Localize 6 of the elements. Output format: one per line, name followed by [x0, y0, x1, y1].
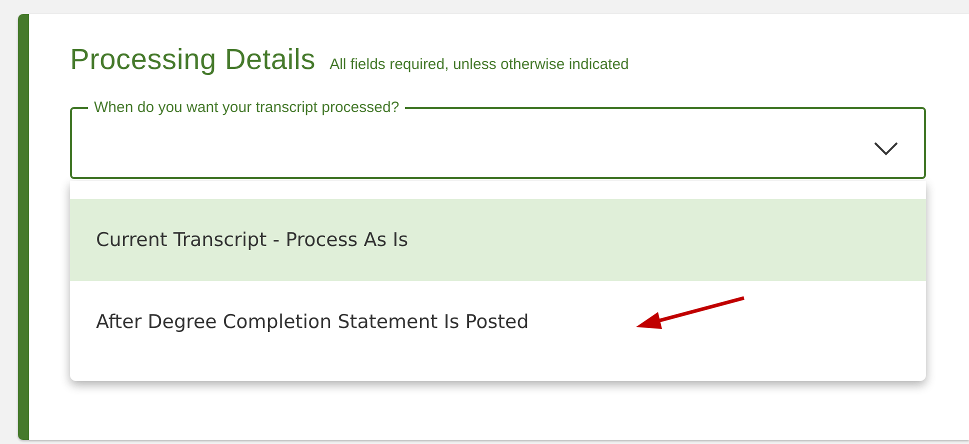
select-field[interactable]: When do you want your transcript processed?	[70, 99, 926, 179]
section-title: Processing Details	[70, 44, 316, 77]
dropdown-option[interactable]: After Degree Completion Statement Is Posted	[70, 281, 926, 363]
chevron-down-icon	[874, 142, 898, 156]
required-note: All fields required, unless otherwise indicated	[330, 56, 629, 73]
dropdown-option[interactable]: Current Transcript - Process As Is	[70, 199, 926, 281]
